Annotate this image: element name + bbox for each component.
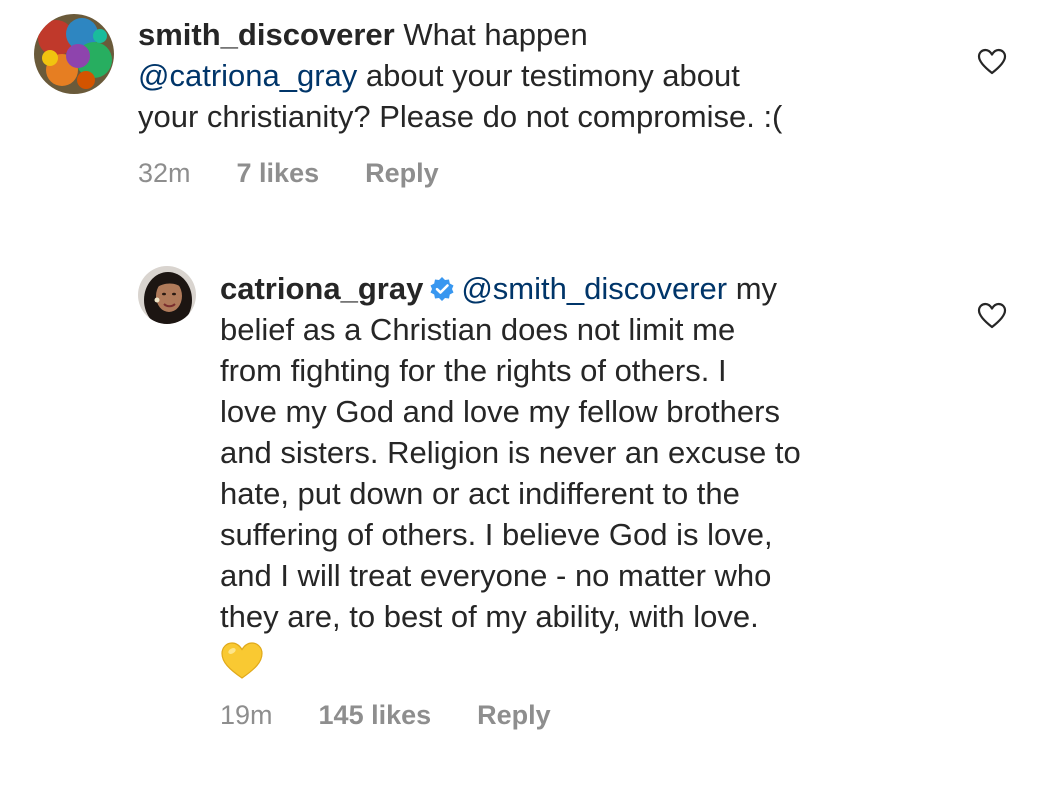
comment-line-1: smith_discoverer What happen bbox=[138, 14, 938, 55]
comment-text-part: your christianity? Please do not comprom… bbox=[138, 99, 783, 134]
username[interactable]: smith_discoverer bbox=[138, 17, 395, 52]
comment-catriona-gray: catriona_gray @smith_discoverer my belief… bbox=[0, 230, 1064, 792]
comment-text-part: my bbox=[727, 271, 778, 306]
reply-button[interactable]: Reply bbox=[477, 700, 551, 731]
comment-line: and I will treat everyone - no matter wh… bbox=[220, 558, 772, 593]
avatar-profile-photo-icon bbox=[138, 266, 196, 324]
mention-link[interactable]: @smith_discoverer bbox=[461, 271, 727, 306]
comment-line: and sisters. Religion is never an excuse… bbox=[220, 435, 801, 470]
comment-text-part: What happen bbox=[403, 17, 588, 52]
avatar-colorful-abstract-icon bbox=[34, 14, 114, 94]
comment-smith-discoverer: smith_discoverer What happen @catriona_g… bbox=[0, 0, 1064, 230]
username[interactable]: catriona_gray bbox=[220, 271, 423, 306]
comment-line: belief as a Christian does not limit me bbox=[220, 312, 736, 347]
avatar[interactable] bbox=[34, 14, 114, 94]
comment-line: love my God and love my fellow brothers bbox=[220, 394, 780, 429]
mention-link[interactable]: @catriona_gray bbox=[138, 58, 357, 93]
comment-text-part: about your testimony about bbox=[357, 58, 740, 93]
verified-badge-icon bbox=[430, 277, 454, 301]
likes-count[interactable]: 7 likes bbox=[237, 158, 320, 189]
likes-count[interactable]: 145 likes bbox=[319, 700, 432, 731]
comment-line-3: your christianity? Please do not comprom… bbox=[138, 96, 938, 137]
comment-text: smith_discoverer What happen @catriona_g… bbox=[138, 14, 938, 137]
heart-outline-icon[interactable] bbox=[977, 302, 1007, 330]
comment-line: hate, put down or act indifferent to the bbox=[220, 476, 740, 511]
reply-button[interactable]: Reply bbox=[365, 158, 439, 189]
heart-outline-icon[interactable] bbox=[977, 48, 1007, 76]
timestamp: 32m bbox=[138, 158, 191, 188]
comment-meta: 32m 7 likes Reply bbox=[138, 158, 485, 189]
comment-line-2: @catriona_gray about your testimony abou… bbox=[138, 55, 938, 96]
avatar[interactable] bbox=[138, 266, 196, 324]
comment-text: catriona_gray @smith_discoverer my belief… bbox=[220, 268, 980, 681]
comment-line-1: catriona_gray @smith_discoverer my bbox=[220, 268, 980, 309]
comment-meta: 19m 145 likes Reply bbox=[220, 700, 597, 731]
comment-line: suffering of others. I believe God is lo… bbox=[220, 517, 773, 552]
yellow-heart-icon bbox=[221, 642, 263, 679]
comment-line: they are, to best of my ability, with lo… bbox=[220, 599, 759, 634]
timestamp: 19m bbox=[220, 700, 273, 730]
comment-line: from fighting for the rights of others. … bbox=[220, 353, 727, 388]
